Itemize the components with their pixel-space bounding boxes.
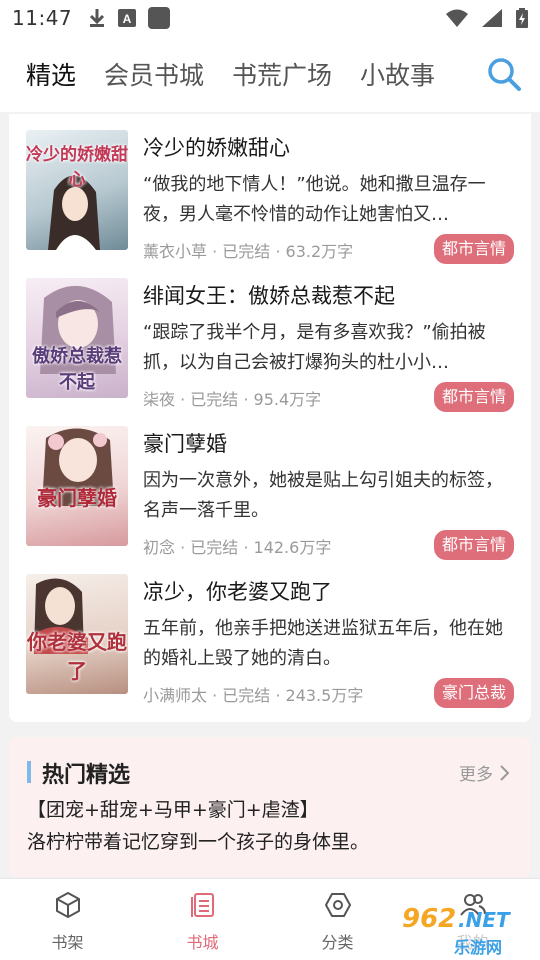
more-label: 更多 [459,765,493,785]
book-list-icon [190,893,214,917]
signal-icon [482,9,502,27]
book-description: “跟踪了我半个月，是有多喜欢我？”偷拍被抓，以为自己会被打爆狗头的杜小小… [143,322,486,373]
nav-bookstore[interactable]: 书城 [135,879,270,960]
status-time: 11:47 [12,6,73,30]
watermark-net: .NET [458,908,510,932]
cube-icon [55,892,80,918]
book-list-item[interactable]: 冷少的娇嫩甜心 冷少的娇嫩甜心 “做我的地下情人！”他说。她和撒旦温存一夜，男人… [9,114,531,264]
book-cover[interactable]: 傲娇总裁惹不起 [26,278,128,398]
book-meta: 初念 · 已完结 · 142.6万字 [143,538,332,557]
tab-short-stories[interactable]: 小故事 [360,56,435,92]
more-link[interactable]: 更多 [459,760,509,785]
genre-tag[interactable]: 都市言情 [433,382,514,412]
battery-icon [516,8,528,28]
book-list-item[interactable]: 你老婆又跑了 凉少，你老婆又跑了 五年前，他亲手把她送进监狱五年后，他在她的婚礼… [9,558,531,708]
book-title[interactable]: 豪门孽婚 [143,428,227,458]
book-title[interactable]: 绯闻女王：傲娇总裁惹不起 [143,280,395,310]
tab-book-plaza[interactable]: 书荒广场 [232,56,332,92]
cover-title-text: 你老婆又跑了 [27,630,127,683]
book-description: 因为一次意外，她被是贴上勾引姐夫的标签，名声一落千里。 [143,470,503,521]
status-bar: 11:47 A [0,0,540,36]
genre-tag[interactable]: 都市言情 [433,530,514,560]
hot-pick-summary[interactable]: 洛柠柠带着记忆穿到一个孩子的身体里。 [27,827,369,854]
section-accent-bar [27,761,31,783]
top-nav: 精选 会员书城 书荒广场 小故事 [0,36,540,112]
book-title[interactable]: 凉少，你老婆又跑了 [143,576,332,606]
site-watermark: 962 .NET 乐游网 [392,904,532,957]
font-app-icon: A [118,9,137,27]
tab-featured[interactable]: 精选 [26,56,76,92]
book-cover[interactable]: 冷少的娇嫩甜心 [26,130,128,250]
watermark-number: 962 [402,904,457,934]
book-meta: 薰衣小草 · 已完结 · 63.2万字 [143,242,354,261]
cover-title-text: 傲娇总裁惹不起 [32,346,122,393]
book-meta: 小满师太 · 已完结 · 243.5万字 [143,686,364,705]
genre-tag[interactable]: 豪门总裁 [433,678,514,708]
download-icon [90,9,105,27]
book-meta: 柒夜 · 已完结 · 95.4万字 [143,390,322,409]
tab-vip-bookstore[interactable]: 会员书城 [104,56,204,92]
book-cover[interactable]: 豪门孽婚 [26,426,128,546]
hexagon-icon [324,893,351,917]
wifi-icon [446,9,468,27]
status-left-icons: A [88,7,171,29]
genre-tag[interactable]: 都市言情 [433,234,514,264]
watermark-site-name: 乐游网 [454,938,503,957]
search-icon[interactable] [486,56,522,92]
hot-picks-title: 热门精选 [42,763,131,788]
hot-pick-tags[interactable]: 【团宠+甜宠+马甲+豪门+虐渣】 [27,795,319,822]
book-list-item[interactable]: 傲娇总裁惹不起 绯闻女王：傲娇总裁惹不起 “跟踪了我半个月，是有多喜欢我？”偷拍… [9,262,531,412]
status-right-icons [446,8,528,28]
nav-label: 分类 [321,933,354,952]
chevron-right-icon [500,764,509,781]
svg-text:A: A [123,12,132,26]
nav-bookshelf[interactable]: 书架 [0,879,135,960]
nav-label: 书架 [51,933,84,952]
nav-label: 书城 [186,933,219,952]
cover-title-text: 冷少的娇嫩甜心 [26,145,128,190]
app-square-icon [148,7,171,29]
book-description: 五年前，他亲手把她送进监狱五年后，他在她的婚礼上毁了她的清白。 [143,618,503,669]
book-list-item[interactable]: 豪门孽婚 豪门孽婚 因为一次意外，她被是贴上勾引姐夫的标签，名声一落千里。 初念… [9,410,531,560]
cover-title-text: 豪门孽婚 [37,486,117,510]
nav-category[interactable]: 分类 [270,879,405,960]
book-title[interactable]: 冷少的娇嫩甜心 [143,132,290,162]
hot-picks-section[interactable]: 热门精选 更多 【团宠+甜宠+马甲+豪门+虐渣】 洛柠柠带着记忆穿到一个孩子的身… [9,737,531,877]
book-cover[interactable]: 你老婆又跑了 [26,574,128,694]
book-list: 冷少的娇嫩甜心 冷少的娇嫩甜心 “做我的地下情人！”他说。她和撒旦温存一夜，男人… [9,114,531,722]
book-description: “做我的地下情人！”他说。她和撒旦温存一夜，男人毫不怜惜的动作让她害怕又… [143,174,486,225]
